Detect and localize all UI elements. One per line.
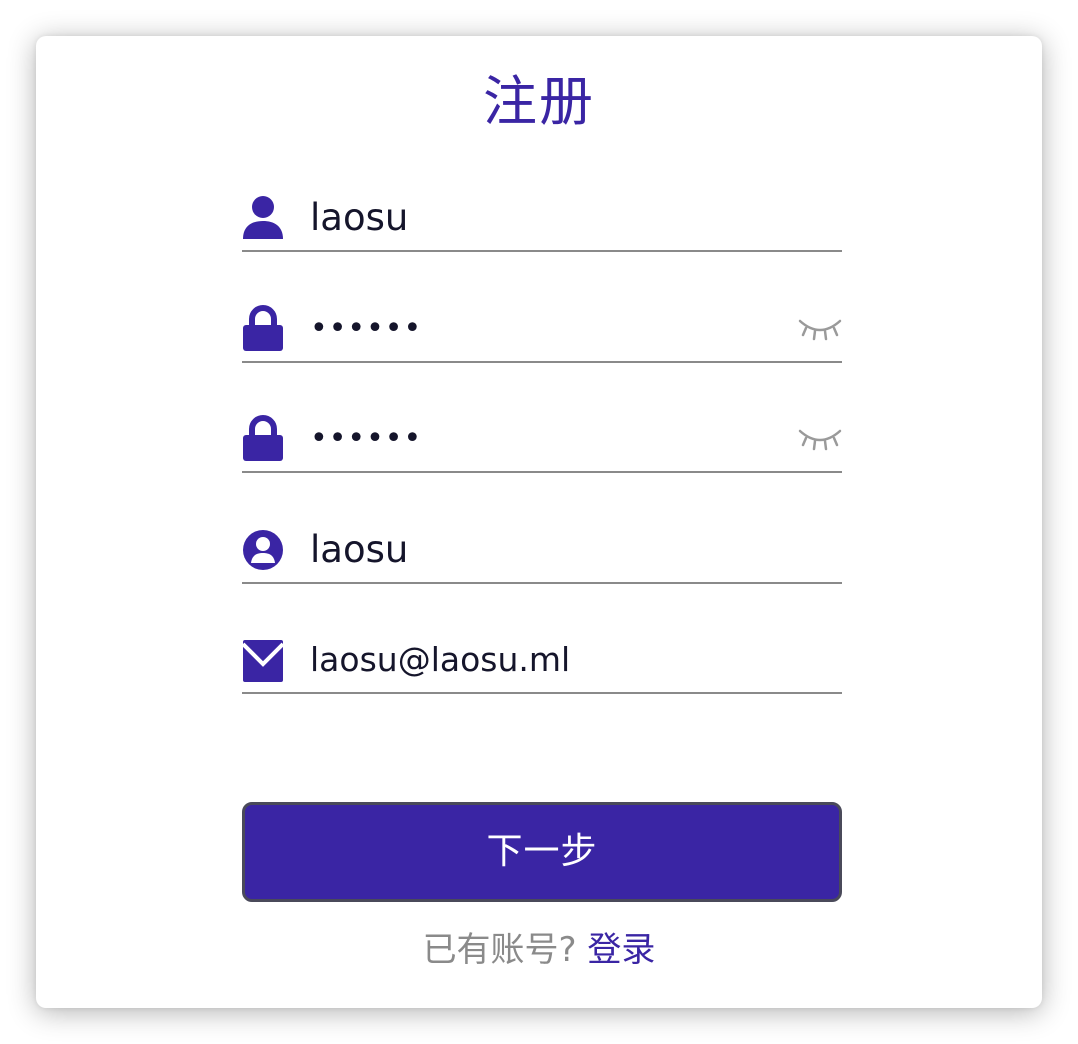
password-field[interactable]: •••••• (242, 305, 842, 363)
mail-icon (242, 636, 284, 684)
nickname-field[interactable]: laosu (242, 526, 842, 584)
username-input[interactable]: laosu (310, 194, 408, 242)
confirm-password-input[interactable]: •••••• (310, 415, 422, 463)
user-icon (242, 194, 284, 242)
nickname-input[interactable]: laosu (310, 526, 408, 574)
confirm-password-field[interactable]: •••••• (242, 415, 842, 473)
password-input[interactable]: •••••• (310, 305, 422, 353)
eye-closed-icon[interactable] (798, 315, 842, 343)
lock-icon (242, 415, 284, 463)
user-circle-icon (242, 526, 284, 574)
register-card: 注册 laosu •••••• •••••• laosu laosu@laosu… (36, 36, 1042, 1008)
page-title: 注册 (483, 70, 595, 133)
email-field[interactable]: laosu@laosu.ml (242, 636, 842, 694)
email-input[interactable]: laosu@laosu.ml (310, 636, 570, 684)
username-field[interactable]: laosu (242, 194, 842, 252)
lock-icon (242, 305, 284, 353)
login-prompt: 已有账号? 登录 (36, 926, 1042, 974)
login-prompt-text: 已有账号? (422, 930, 577, 970)
login-link[interactable]: 登录 (587, 930, 655, 970)
next-button[interactable]: 下一步 (242, 802, 842, 902)
eye-closed-icon[interactable] (798, 425, 842, 453)
